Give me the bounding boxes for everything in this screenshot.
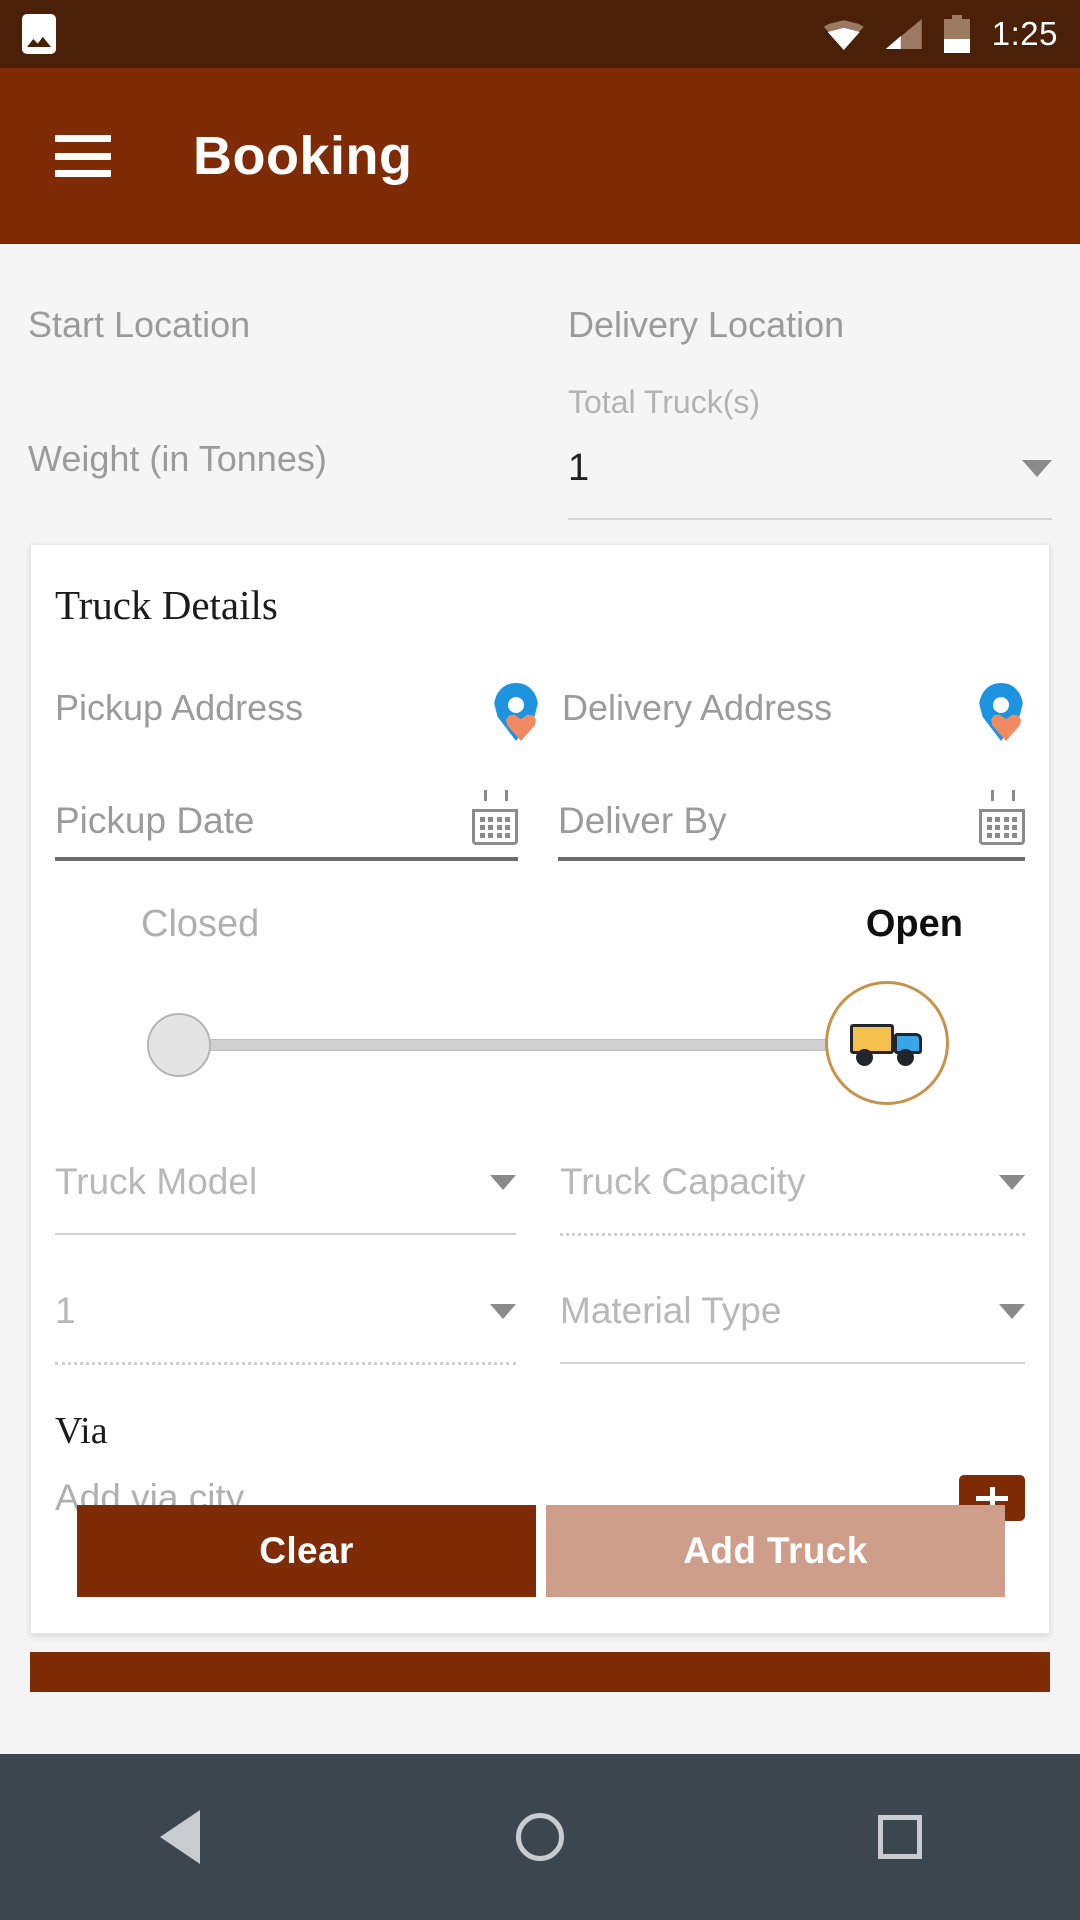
via-section-title: Via xyxy=(55,1410,108,1452)
quantity-material-row: 1 Material Type xyxy=(31,1236,1049,1365)
pickup-address-placeholder: Pickup Address xyxy=(55,687,304,728)
truck-details-card: Truck Details Pickup Address Delivery Ad… xyxy=(30,544,1050,1634)
total-trucks-underline xyxy=(568,518,1052,520)
deliver-by-placeholder: Deliver By xyxy=(558,800,727,841)
slider-track[interactable] xyxy=(175,1039,905,1051)
total-trucks-label: Total Truck(s) xyxy=(568,384,761,420)
chevron-down-icon xyxy=(490,1303,516,1319)
address-row: Pickup Address Delivery Address xyxy=(31,629,1049,745)
bottom-action-strip[interactable] xyxy=(30,1652,1050,1692)
app-bar: Booking xyxy=(0,68,1080,244)
battery-icon xyxy=(943,15,970,53)
quantity-value: 1 xyxy=(55,1290,76,1331)
status-bar: 1:25 xyxy=(0,0,1080,68)
status-bar-right: 1:25 xyxy=(823,15,1058,53)
pickup-location-pin-icon[interactable] xyxy=(492,683,540,745)
truck-capacity-underline xyxy=(560,1233,1025,1236)
truck-capacity-placeholder: Truck Capacity xyxy=(560,1161,806,1202)
pickup-date-field[interactable]: Pickup Date xyxy=(55,790,540,861)
nav-recents-button[interactable] xyxy=(845,1782,955,1892)
chevron-down-icon xyxy=(490,1174,516,1190)
truck-model-dropdown[interactable]: Truck Model xyxy=(55,1161,540,1236)
calendar-icon[interactable] xyxy=(979,790,1025,845)
slider-open-label: Open xyxy=(865,903,963,945)
gallery-icon xyxy=(22,14,56,54)
delivery-location-pin-icon[interactable] xyxy=(977,683,1025,745)
chevron-down-icon xyxy=(999,1174,1025,1190)
pickup-date-placeholder: Pickup Date xyxy=(55,800,255,841)
calendar-icon[interactable] xyxy=(472,790,518,845)
truck-model-placeholder: Truck Model xyxy=(55,1161,258,1202)
start-location-field[interactable]: Start Location xyxy=(28,244,540,346)
recents-nav-icon xyxy=(878,1815,922,1859)
top-form-row: Start Location Weight (in Tonnes) Delive… xyxy=(0,244,1080,520)
top-form-right-column: Delivery Location Total Truck(s) 1 xyxy=(540,244,1052,520)
clear-button[interactable]: Clear xyxy=(77,1505,536,1597)
truck-model-underline xyxy=(55,1233,516,1235)
slider-thumb-left[interactable] xyxy=(147,1013,211,1077)
total-trucks-dropdown[interactable]: 1 xyxy=(568,421,1052,490)
home-nav-icon xyxy=(516,1813,564,1861)
slider-labels: Closed Open xyxy=(55,903,1025,946)
android-nav-bar xyxy=(0,1754,1080,1920)
weight-field[interactable]: Weight (in Tonnes) xyxy=(28,346,540,480)
material-type-dropdown[interactable]: Material Type xyxy=(540,1290,1025,1365)
phone-screen: 1:25 Booking Start Location Weight (in T… xyxy=(0,0,1080,1920)
open-closed-slider[interactable]: Closed Open xyxy=(31,861,1049,1161)
signal-icon xyxy=(885,19,922,49)
nav-home-button[interactable] xyxy=(485,1782,595,1892)
delivery-location-field[interactable]: Delivery Location xyxy=(568,244,1052,346)
quantity-dropdown[interactable]: 1 xyxy=(55,1290,540,1365)
status-bar-clock: 1:25 xyxy=(991,15,1058,52)
hamburger-menu-icon[interactable] xyxy=(55,135,111,177)
top-form-left-column: Start Location Weight (in Tonnes) xyxy=(28,244,540,520)
truck-details-title: Truck Details xyxy=(55,582,278,628)
pickup-address-field[interactable]: Pickup Address xyxy=(55,683,540,745)
slider-closed-label: Closed xyxy=(141,903,260,945)
delivery-address-field[interactable]: Delivery Address xyxy=(540,683,1025,745)
delivery-location-placeholder: Delivery Location xyxy=(568,304,845,345)
back-nav-icon xyxy=(160,1810,200,1864)
wifi-icon xyxy=(823,19,864,50)
nav-back-button[interactable] xyxy=(125,1782,235,1892)
scroll-content: Start Location Weight (in Tonnes) Delive… xyxy=(0,244,1080,1754)
delivery-address-placeholder: Delivery Address xyxy=(562,687,833,728)
card-action-buttons: Clear Add Truck xyxy=(31,1505,1051,1633)
quantity-underline xyxy=(55,1362,516,1365)
start-location-placeholder: Start Location xyxy=(28,304,251,345)
chevron-down-icon xyxy=(999,1303,1025,1319)
truck-capacity-dropdown[interactable]: Truck Capacity xyxy=(540,1161,1025,1236)
total-trucks-value: 1 xyxy=(568,447,590,489)
material-type-underline xyxy=(560,1362,1025,1364)
weight-placeholder: Weight (in Tonnes) xyxy=(28,438,327,479)
page-title: Booking xyxy=(193,126,413,186)
chevron-down-icon xyxy=(1022,460,1052,477)
add-truck-button[interactable]: Add Truck xyxy=(546,1505,1005,1597)
truck-model-capacity-row: Truck Model Truck Capacity xyxy=(31,1161,1049,1236)
material-type-placeholder: Material Type xyxy=(560,1290,782,1331)
date-row: Pickup Date Deliver By xyxy=(31,745,1049,861)
status-bar-left xyxy=(22,14,56,54)
deliver-by-field[interactable]: Deliver By xyxy=(540,790,1025,861)
slider-thumb-truck[interactable] xyxy=(825,981,949,1105)
truck-icon xyxy=(850,1020,924,1066)
